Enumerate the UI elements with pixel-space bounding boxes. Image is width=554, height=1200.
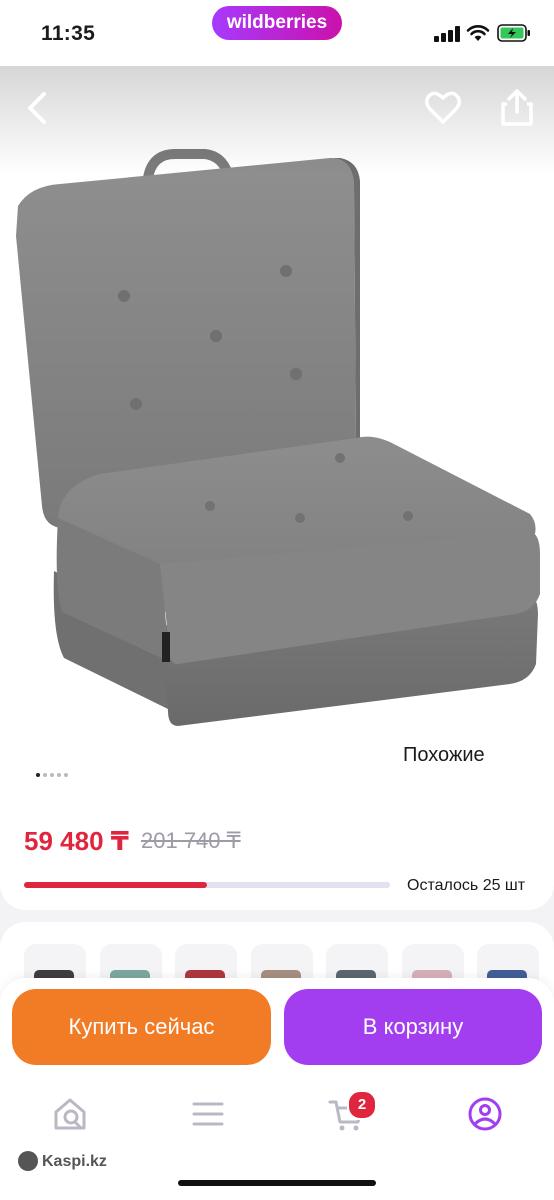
kaspi-watermark: Kaspi.kz <box>18 1151 107 1172</box>
status-time: 11:35 <box>41 22 96 45</box>
gallery-pagination-dots <box>36 766 71 777</box>
kaspi-logo-icon <box>18 1151 38 1171</box>
battery-charging-icon <box>497 24 530 42</box>
buy-now-button[interactable]: Купить сейчас <box>12 989 271 1065</box>
wifi-icon <box>466 25 490 41</box>
old-price: 201 740 ₸ <box>141 828 241 853</box>
gallery-top-shade <box>0 66 554 176</box>
catalog-menu-icon[interactable] <box>188 1094 228 1134</box>
home-search-icon[interactable] <box>50 1094 90 1134</box>
back-arrow-icon[interactable] <box>16 86 60 130</box>
brand-logo: wildberries <box>212 6 342 40</box>
product-gallery[interactable]: Похожие <box>0 66 554 788</box>
home-indicator <box>178 1180 376 1186</box>
bottom-tab-bar: 2 Kaspi.kz <box>0 1070 554 1200</box>
watermark-text: Kaspi.kz <box>42 1153 107 1171</box>
stock-remaining: Осталось 25 шт <box>407 877 526 894</box>
share-icon[interactable] <box>495 86 539 130</box>
price-card: 59 480 ₸ 201 740 ₸ Осталось 25 шт <box>0 788 554 910</box>
add-to-cart-button[interactable]: В корзину <box>284 989 542 1065</box>
cellular-signal-icon <box>434 26 460 42</box>
current-price: 59 480 ₸ <box>24 826 129 856</box>
gallery-dot <box>36 772 40 777</box>
cart-count-badge: 2 <box>347 1090 377 1120</box>
gallery-dot <box>43 772 47 777</box>
favorite-heart-icon[interactable] <box>421 86 465 130</box>
status-bar: 11:35 wildberries <box>0 0 554 66</box>
stock-progress-fill <box>24 882 207 888</box>
gallery-dot <box>50 772 54 777</box>
profile-icon[interactable] <box>465 1094 505 1134</box>
gallery-dot <box>64 772 68 777</box>
similar-products-link[interactable]: Похожие <box>403 744 485 767</box>
gallery-dot <box>57 772 61 777</box>
purchase-actions: Купить сейчас В корзину <box>0 978 554 1070</box>
stock-progress-bar <box>24 882 390 888</box>
